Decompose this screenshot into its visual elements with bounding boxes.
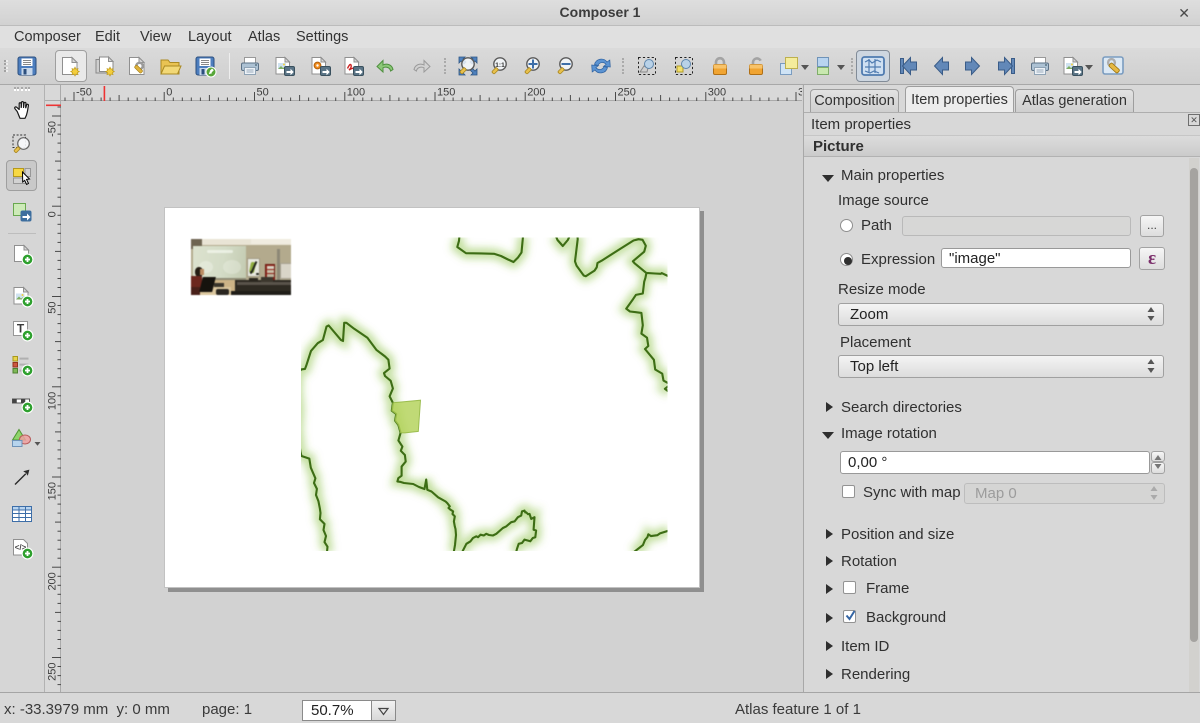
svg-text:-50: -50 (76, 87, 92, 99)
svg-text:100: 100 (47, 392, 59, 410)
svg-text:100: 100 (347, 87, 365, 99)
svg-text:300: 300 (708, 87, 726, 99)
svg-text:0: 0 (47, 211, 59, 217)
svg-text:250: 250 (47, 663, 59, 681)
svg-text:200: 200 (527, 87, 545, 99)
svg-text:50: 50 (47, 302, 59, 314)
svg-text:350: 350 (798, 87, 802, 99)
svg-text:1:1: 1:1 (495, 62, 505, 69)
svg-text:0: 0 (166, 87, 172, 99)
svg-text:50: 50 (257, 87, 269, 99)
svg-text:200: 200 (47, 572, 59, 590)
svg-text:250: 250 (618, 87, 636, 99)
svg-text:150: 150 (47, 482, 59, 500)
svg-text:150: 150 (437, 87, 455, 99)
svg-text:-50: -50 (47, 121, 59, 137)
